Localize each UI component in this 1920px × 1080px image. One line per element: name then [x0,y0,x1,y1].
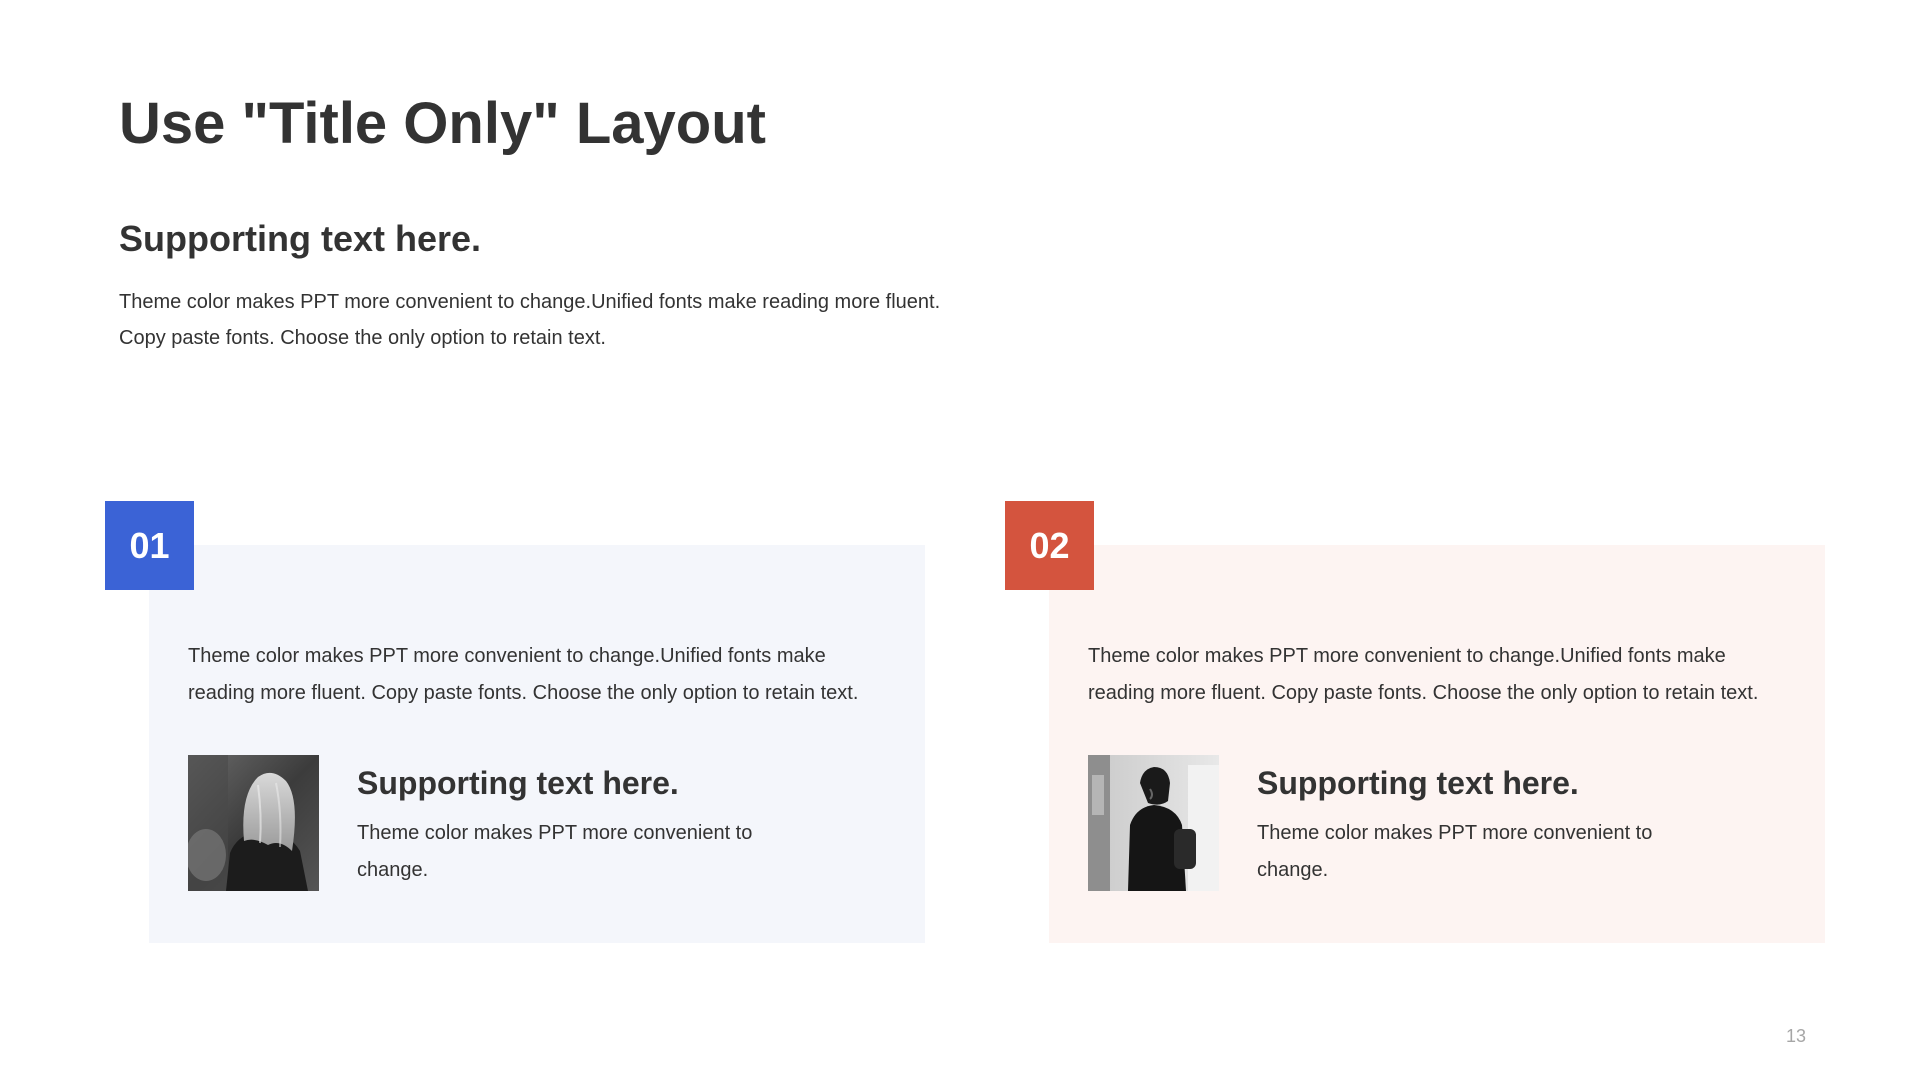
card-02-number-badge: 02 [1005,501,1094,590]
hooded-person-image [1088,755,1219,891]
card-01-sub-body-line-1: Theme color makes PPT more convenient to [357,822,753,844]
card-01-body-line-2: reading more fluent. Copy paste fonts. C… [188,682,859,704]
card-02-body-line-2: reading more fluent. Copy paste fonts. C… [1088,682,1759,704]
card-02: Theme color makes PPT more convenient to… [1049,545,1825,943]
intro-line-1: Theme color makes PPT more convenient to… [119,291,941,313]
card-02-sub-body-line-2: change. [1257,859,1329,881]
card-01-sub-body-line-2: change. [357,859,429,881]
card-01-sub-body: Theme color makes PPT more convenient to… [357,815,837,889]
intro-line-2: Copy paste fonts. Choose the only option… [119,327,606,349]
card-02-photo [1088,755,1219,891]
card-02-sub-body-line-1: Theme color makes PPT more convenient to [1257,822,1653,844]
card-01-number-badge: 01 [105,501,194,590]
card-01-photo [188,755,319,891]
card-01-body: Theme color makes PPT more convenient to… [188,638,888,712]
intro-paragraph: Theme color makes PPT more convenient to… [119,284,1019,356]
slide-title: Use "Title Only" Layout [119,91,766,156]
page-number: 13 [1786,1026,1807,1046]
card-01: Theme color makes PPT more convenient to… [149,545,925,943]
card-02-body: Theme color makes PPT more convenient to… [1088,638,1788,712]
card-02-body-line-1: Theme color makes PPT more convenient to… [1088,645,1726,667]
card-01-sub-heading: Supporting text here. [357,765,679,801]
card-02-sub-body: Theme color makes PPT more convenient to… [1257,815,1737,889]
card-01-body-line-1: Theme color makes PPT more convenient to… [188,645,826,667]
woman-from-behind-image [188,755,319,891]
card-02-sub-heading: Supporting text here. [1257,765,1579,801]
intro-heading: Supporting text here. [119,218,482,259]
